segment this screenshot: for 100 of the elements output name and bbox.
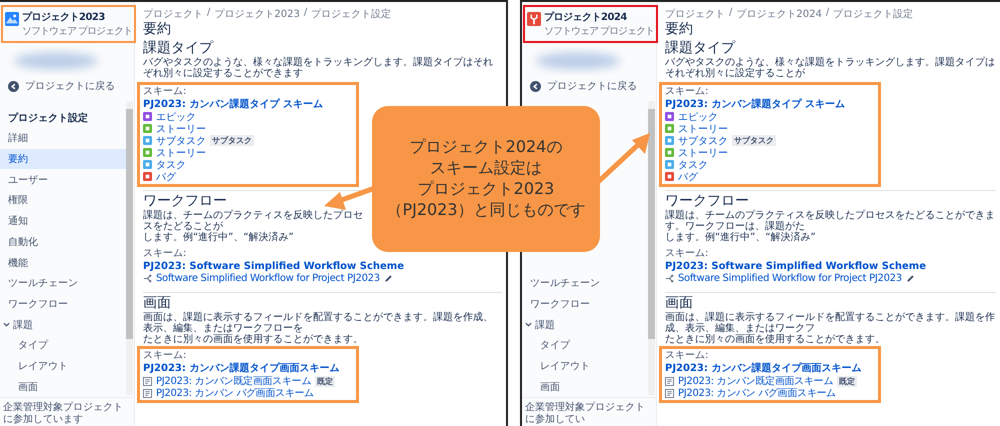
issue-type-link[interactable]: ストーリー	[156, 146, 206, 160]
default-badge: 既定	[314, 376, 335, 387]
issue-type-link[interactable]: ストーリー	[678, 122, 728, 136]
screen-scheme-link[interactable]: PJ2023: カンバン バグ画面スキーム	[678, 386, 836, 400]
breadcrumb-link[interactable]: プロジェクト設定	[833, 7, 914, 21]
breadcrumb-link[interactable]: プロジェクト設定	[311, 7, 392, 21]
default-badge: 既定	[836, 376, 857, 387]
breadcrumb-separator: /	[826, 7, 830, 20]
scheme-link[interactable]: PJ2023: カンバン課題タイプ スキーム	[143, 98, 323, 111]
issue-type-link[interactable]: タスク	[156, 158, 186, 172]
section-heading: ワークフロー	[665, 192, 749, 209]
back-link[interactable]: プロジェクトに戻る	[522, 75, 656, 97]
breadcrumb-separator: /	[304, 7, 308, 20]
breadcrumb-link[interactable]: プロジェクト	[665, 7, 725, 21]
section-description: します。例“進行中”、“解決済み”	[665, 232, 817, 243]
section-description: 課題は、チームのプラクティスを反映したプロセスをたどることが	[143, 210, 364, 232]
nav-item[interactable]: ワークフロー	[522, 294, 648, 314]
callout-text: （PJ2023）と同じものです	[386, 200, 586, 221]
screen-scheme-link[interactable]: PJ2023: カンバン バグ画面スキーム	[156, 386, 314, 400]
section-heading: 画面	[143, 294, 171, 312]
pencil-icon[interactable]	[906, 274, 915, 284]
nav-group[interactable]: 課題	[522, 314, 648, 335]
scheme-label: スキーム:	[143, 86, 186, 98]
chevron-icon	[3, 321, 10, 328]
nav-group[interactable]: 課題	[0, 314, 126, 335]
scrollbar[interactable]	[648, 101, 655, 395]
scheme-label: スキーム:	[665, 350, 708, 362]
issue-type-link[interactable]: エピック	[156, 110, 196, 124]
issue-type-link[interactable]: エピック	[678, 110, 718, 124]
workflow-link[interactable]: Software Simplified Workflow for Project PJ2023	[678, 273, 902, 284]
nav-item[interactable]: ワークフロー	[0, 294, 126, 314]
breadcrumb-link[interactable]: プロジェクト2024	[736, 7, 822, 21]
nav-subitem[interactable]: タイプ	[0, 334, 126, 356]
issue-type-link[interactable]: タスク	[678, 158, 708, 172]
breadcrumb-separator: /	[207, 7, 210, 20]
breadcrumb-link[interactable]: プロジェクト2023	[214, 7, 300, 21]
section-description: 画面は、課題に表示するフィールドを配置することができます。課題を作成、表示、編集、またはワークフ	[665, 312, 996, 334]
breadcrumb-link[interactable]: プロジェクト	[143, 7, 203, 21]
screen-icon	[143, 388, 152, 398]
nav-subitem[interactable]: タイプ	[522, 334, 648, 356]
issue-type-link[interactable]: サブタスク	[678, 134, 728, 148]
scheme-link[interactable]: PJ2023: カンバン課題タイプ画面スキーム	[143, 362, 340, 376]
screen-icon	[665, 376, 674, 386]
nav-item[interactable]: ツールチェーン	[522, 272, 648, 294]
nav-subitem[interactable]: レイアウト	[522, 356, 648, 376]
section-description: します。例“進行中”、“解決済み”	[143, 232, 295, 243]
section-heading: 課題タイプ	[143, 40, 213, 56]
type-badge: サブタスク	[732, 135, 776, 146]
workflow-icon	[143, 274, 152, 284]
pencil-icon[interactable]	[384, 274, 393, 284]
scheme-label: スキーム:	[665, 248, 708, 260]
project-name: プロジェクト2024	[544, 10, 627, 24]
nav-heading: プロジェクト設定	[7, 111, 89, 126]
nav-item[interactable]: 機能	[0, 252, 126, 273]
section-description: バグやタスクのような、様々な課題をトラッキングします。課題タイプはそれぞれ別々に設定することが	[665, 56, 996, 79]
issue-type-link[interactable]: バグ	[156, 170, 176, 184]
scheme-label: スキーム:	[143, 350, 186, 362]
section-description: 課題は、チームのプラクティスを反映したプロセスをたどることができます。ワークフローは、課題がた	[665, 210, 996, 232]
footer-note: 企業管理対象プロジェクトに参加してい	[522, 397, 656, 426]
screen-scheme-link[interactable]: PJ2023: カンバン既定画面スキーム	[678, 374, 833, 388]
callout-text: プロジェクト2023	[418, 179, 554, 200]
issue-type-link[interactable]: サブタスク	[156, 134, 206, 148]
page-title: 要約	[143, 21, 171, 38]
chevron-icon	[525, 321, 532, 328]
breadcrumb-separator: /	[729, 7, 732, 20]
scheme-link[interactable]: PJ2023: Software Simplified Workflow Scheme	[143, 260, 404, 273]
nav-subitem[interactable]: 画面	[0, 376, 126, 397]
section-description: たときに別々の画面を使用することができます。	[143, 334, 364, 346]
screen-scheme-link[interactable]: PJ2023: カンバン既定画面スキーム	[156, 374, 311, 388]
nav-subitem[interactable]: レイアウト	[0, 356, 126, 376]
nav-item[interactable]: ユーザー	[0, 169, 126, 190]
section-heading: 画面	[665, 294, 693, 312]
issue-type-link[interactable]: バグ	[678, 170, 698, 184]
scheme-label: スキーム:	[143, 248, 186, 260]
nav-item[interactable]: 権限	[0, 190, 126, 211]
project-type: ソフトウェア プロジェクト	[22, 24, 132, 38]
section-heading: 課題タイプ	[665, 40, 735, 56]
back-link[interactable]: プロジェクトに戻る	[0, 75, 134, 97]
section-description: たときに別々の画面を使用することができます。	[665, 334, 886, 346]
project-type: ソフトウェア プロジェクト	[544, 24, 654, 38]
scheme-link[interactable]: PJ2023: Software Simplified Workflow Scheme	[665, 260, 926, 273]
scrollbar[interactable]	[126, 101, 133, 395]
issue-type-link[interactable]: ストーリー	[156, 122, 206, 136]
nav-item[interactable]: 要約	[0, 148, 126, 170]
nav-item[interactable]: 自動化	[0, 232, 126, 252]
scheme-link[interactable]: PJ2023: カンバン課題タイプ画面スキーム	[665, 362, 862, 376]
project-name: プロジェクト2023	[22, 10, 105, 24]
workflow-link[interactable]: Software Simplified Workflow for Project PJ2023	[156, 273, 380, 284]
callout-text: スキーム設定は	[430, 158, 542, 179]
nav-item[interactable]: ツールチェーン	[0, 272, 126, 294]
section-description: 画面は、課題に表示するフィールドを配置することができます。課題を作成、表示、編集、またはワークフローを	[143, 312, 494, 334]
issue-type-link[interactable]: ストーリー	[678, 146, 728, 160]
page-title: 要約	[665, 21, 693, 38]
screen-icon	[665, 388, 674, 398]
callout-text: プロジェクト2024の	[410, 137, 562, 158]
nav-item[interactable]: 詳細	[0, 128, 126, 149]
nav-item[interactable]: 通知	[0, 210, 126, 232]
section-description: バグやタスクのような、様々な課題をトラッキングします。課題タイプはそれぞれ別々に設定することができます	[143, 56, 494, 79]
nav-subitem[interactable]: 画面	[522, 376, 648, 397]
scheme-link[interactable]: PJ2023: カンバン課題タイプ スキーム	[665, 98, 845, 111]
